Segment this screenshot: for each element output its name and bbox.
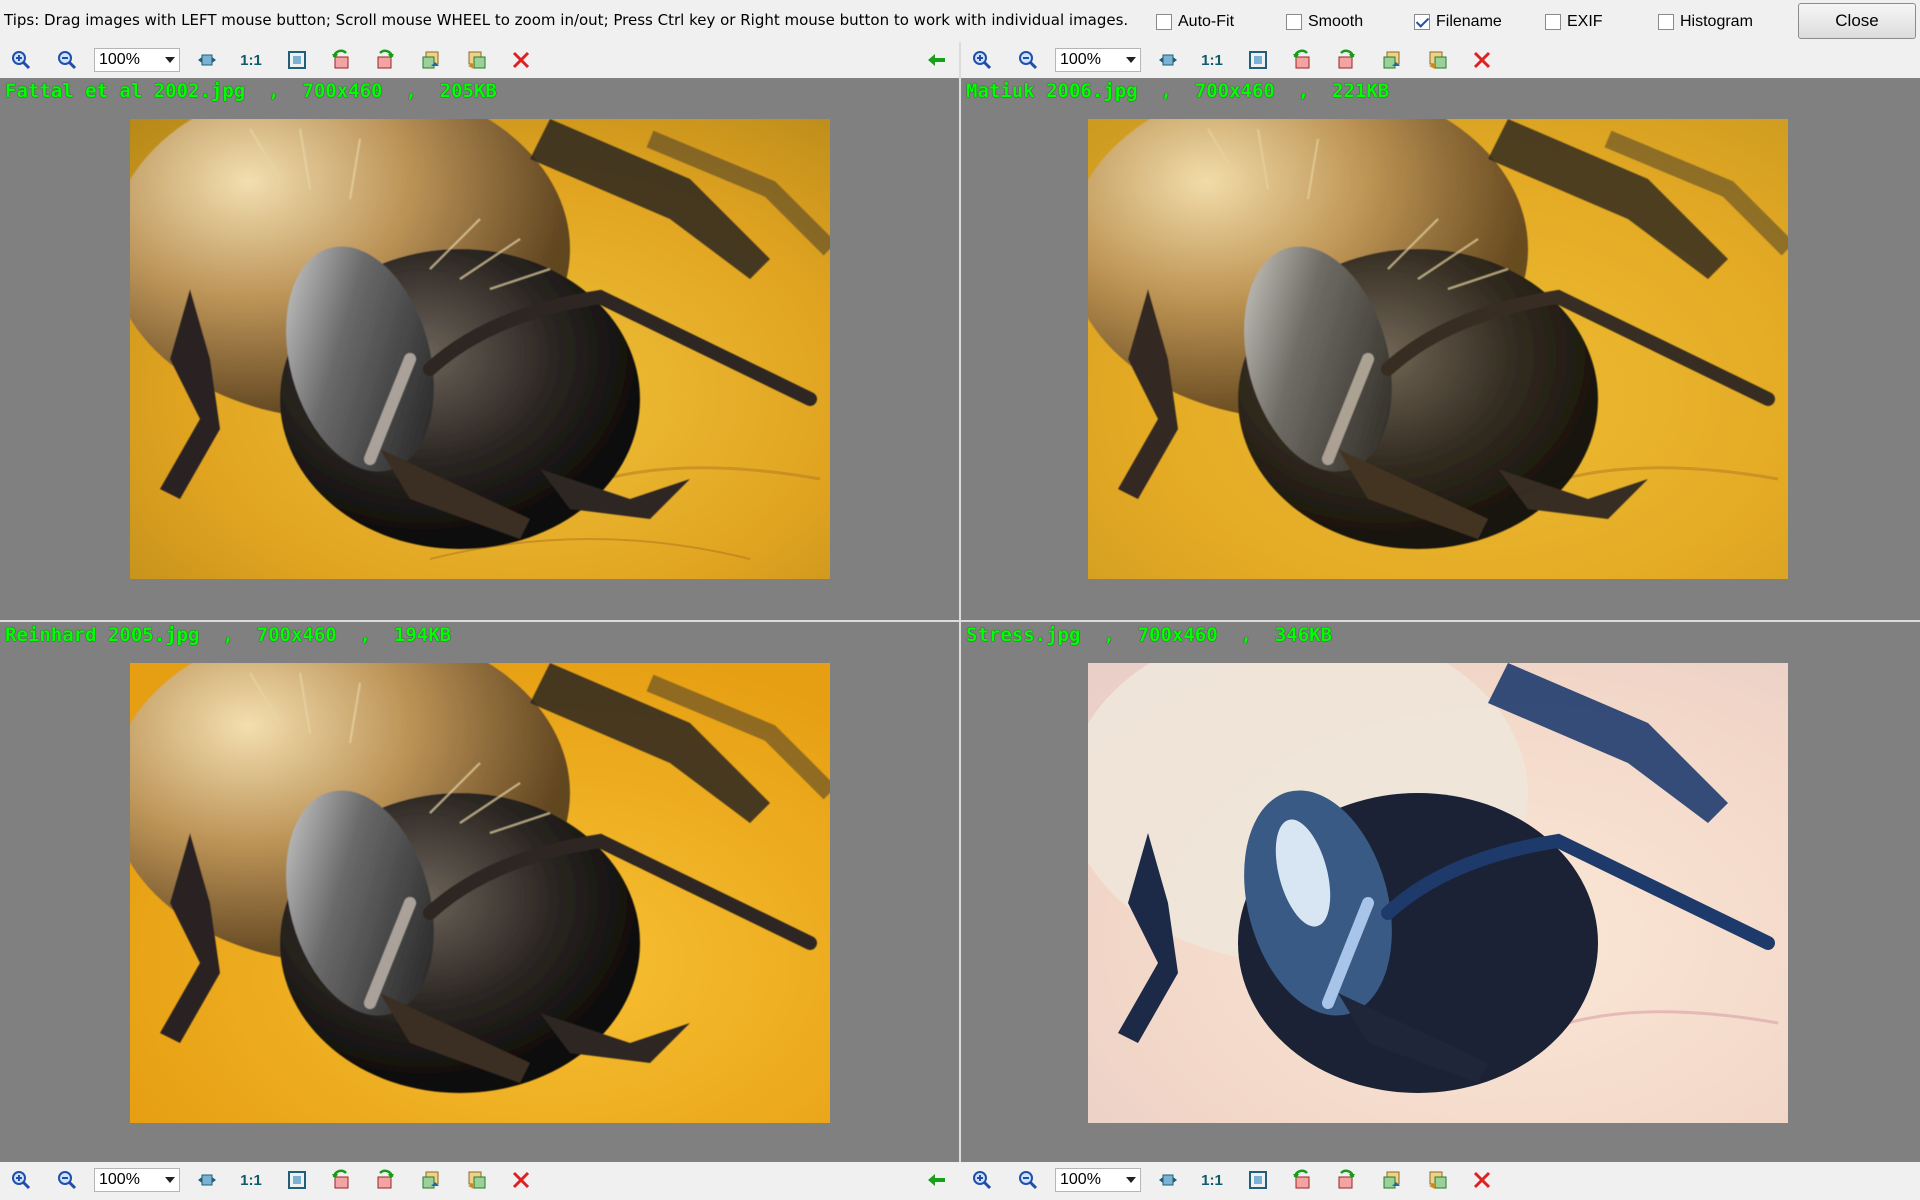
checkbox-box[interactable] — [1156, 14, 1172, 30]
zoom-in-icon[interactable] — [969, 1168, 995, 1192]
one-to-one-button[interactable]: 1:1 — [1199, 1168, 1225, 1192]
one-to-one-label: 1:1 — [1201, 1171, 1223, 1189]
close-image-icon[interactable] — [1469, 48, 1495, 72]
fit-width-icon[interactable] — [1155, 48, 1181, 72]
fit-window-icon[interactable] — [1245, 1168, 1271, 1192]
one-to-one-label: 1:1 — [240, 1171, 262, 1189]
toolbar-top-left: 100% 1:1 — [0, 42, 959, 78]
sync-arrow-icon[interactable] — [924, 1168, 950, 1192]
filename-label: Stress.jpg , 700x460 , 346KB — [966, 624, 1333, 646]
rotate-right-icon[interactable] — [1333, 1168, 1359, 1192]
image-fattal[interactable] — [130, 119, 830, 579]
autofit-checkbox[interactable]: Auto-Fit — [1156, 13, 1234, 31]
rotate-right-icon[interactable] — [1333, 48, 1359, 72]
one-to-one-button[interactable]: 1:1 — [1199, 48, 1225, 72]
tips-text: Tips: Drag images with LEFT mouse button… — [4, 11, 1129, 29]
image-pane-1[interactable]: Fattal et al 2002.jpg , 700x460 , 205KB — [0, 78, 959, 620]
toolbar-bottom-left: 100% 1:1 — [0, 1162, 959, 1198]
zoom-out-icon[interactable] — [54, 1168, 80, 1192]
image-pane-2[interactable]: Matiuk 2006.jpg , 700x460 , 221KB — [961, 78, 1920, 620]
zoom-out-icon[interactable] — [1015, 48, 1041, 72]
previous-image-icon[interactable] — [418, 48, 444, 72]
fit-window-icon[interactable] — [284, 1168, 310, 1192]
zoom-in-icon[interactable] — [8, 48, 34, 72]
one-to-one-label: 1:1 — [1201, 51, 1223, 69]
zoom-select[interactable]: 100% — [1055, 1168, 1141, 1192]
zoom-out-icon[interactable] — [1015, 1168, 1041, 1192]
checkbox-box[interactable] — [1658, 14, 1674, 30]
checkbox-label: Smooth — [1308, 13, 1364, 30]
image-pane-4[interactable]: Stress.jpg , 700x460 , 346KB — [961, 622, 1920, 1162]
rotate-right-icon[interactable] — [372, 1168, 398, 1192]
zoom-select[interactable]: 100% — [94, 1168, 180, 1192]
zoom-select[interactable]: 100% — [1055, 48, 1141, 72]
histogram-checkbox[interactable]: Histogram — [1658, 13, 1753, 31]
close-button[interactable]: Close — [1798, 3, 1916, 39]
image-matiuk[interactable] — [1088, 119, 1788, 579]
previous-image-icon[interactable] — [418, 1168, 444, 1192]
zoom-value: 100% — [99, 1171, 140, 1188]
next-image-icon[interactable] — [1425, 1168, 1451, 1192]
rotate-left-icon[interactable] — [1289, 1168, 1315, 1192]
one-to-one-button[interactable]: 1:1 — [238, 48, 264, 72]
zoom-out-icon[interactable] — [54, 48, 80, 72]
previous-image-icon[interactable] — [1379, 1168, 1405, 1192]
fit-width-icon[interactable] — [194, 48, 220, 72]
filename-label: Matiuk 2006.jpg , 700x460 , 221KB — [966, 80, 1390, 102]
fit-window-icon[interactable] — [1245, 48, 1271, 72]
fit-window-icon[interactable] — [284, 48, 310, 72]
zoom-in-icon[interactable] — [969, 48, 995, 72]
zoom-value: 100% — [1060, 1171, 1101, 1188]
previous-image-icon[interactable] — [1379, 48, 1405, 72]
checkbox-box[interactable] — [1286, 14, 1302, 30]
zoom-select[interactable]: 100% — [94, 48, 180, 72]
toolbar-top-right: 100% 1:1 — [961, 42, 1920, 78]
checkbox-box[interactable] — [1414, 14, 1430, 30]
chevron-down-icon[interactable] — [161, 49, 179, 71]
checkbox-label: EXIF — [1567, 13, 1603, 30]
horizontal-divider[interactable] — [0, 620, 1920, 622]
checkbox-label: Auto-Fit — [1178, 13, 1235, 30]
rotate-left-icon[interactable] — [328, 1168, 354, 1192]
rotate-left-icon[interactable] — [328, 48, 354, 72]
checkbox-box[interactable] — [1545, 14, 1561, 30]
chevron-down-icon[interactable] — [161, 1169, 179, 1191]
rotate-left-icon[interactable] — [1289, 48, 1315, 72]
next-image-icon[interactable] — [464, 1168, 490, 1192]
image-pane-3[interactable]: Reinhard 2005.jpg , 700x460 , 194KB — [0, 622, 959, 1162]
next-image-icon[interactable] — [1425, 48, 1451, 72]
checkbox-label: Histogram — [1680, 13, 1753, 30]
image-stress[interactable] — [1088, 663, 1788, 1123]
filename-label: Reinhard 2005.jpg , 700x460 , 194KB — [5, 624, 452, 646]
vertical-divider[interactable] — [959, 42, 961, 1162]
toolbar-bottom-right: 100% 1:1 — [961, 1162, 1920, 1198]
zoom-value: 100% — [1060, 51, 1101, 68]
close-image-icon[interactable] — [508, 48, 534, 72]
fit-width-icon[interactable] — [1155, 1168, 1181, 1192]
checkbox-label: Filename — [1436, 13, 1502, 30]
filename-label: Fattal et al 2002.jpg , 700x460 , 205KB — [5, 80, 497, 102]
chevron-down-icon[interactable] — [1122, 1169, 1140, 1191]
close-image-icon[interactable] — [1469, 1168, 1495, 1192]
sync-arrow-icon[interactable] — [924, 48, 950, 72]
zoom-in-icon[interactable] — [8, 1168, 34, 1192]
one-to-one-label: 1:1 — [240, 51, 262, 69]
zoom-value: 100% — [99, 51, 140, 68]
chevron-down-icon[interactable] — [1122, 49, 1140, 71]
filename-checkbox[interactable]: Filename — [1414, 13, 1502, 31]
close-image-icon[interactable] — [508, 1168, 534, 1192]
one-to-one-button[interactable]: 1:1 — [238, 1168, 264, 1192]
smooth-checkbox[interactable]: Smooth — [1286, 13, 1363, 31]
exif-checkbox[interactable]: EXIF — [1545, 13, 1603, 31]
image-reinhard[interactable] — [130, 663, 830, 1123]
top-bar: Tips: Drag images with LEFT mouse button… — [0, 0, 1920, 42]
next-image-icon[interactable] — [464, 48, 490, 72]
rotate-right-icon[interactable] — [372, 48, 398, 72]
fit-width-icon[interactable] — [194, 1168, 220, 1192]
